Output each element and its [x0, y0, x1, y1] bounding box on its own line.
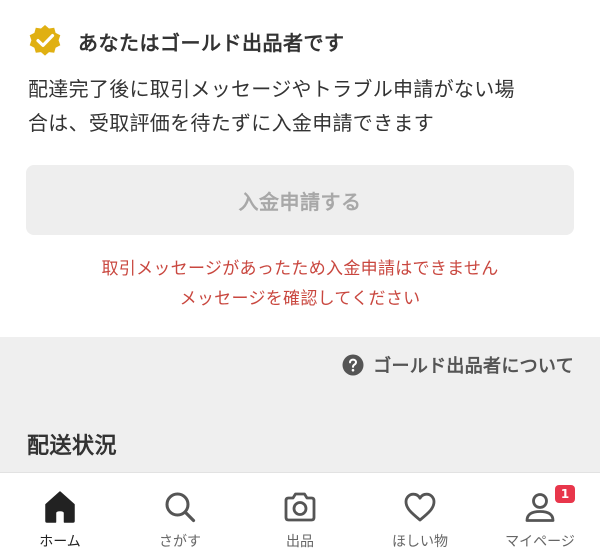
tab-search-label: さがす [159, 534, 201, 550]
info-section: ゴールド出品者について 配送状況 [0, 337, 600, 472]
heart-icon [404, 492, 436, 522]
camera-icon [284, 492, 316, 522]
user-icon [525, 493, 555, 522]
notification-badge: 1 [555, 485, 575, 503]
description-line-2: 合は、受取評価を待たずに入金申請できます [28, 111, 434, 135]
gold-seller-description: 配達完了後に取引メッセージやトラブル申請がない場 合は、受取評価を待たずに入金申… [28, 72, 578, 140]
bottom-tab-bar: ホーム さがす 出品 ほしい物 1 マイページ [0, 472, 600, 554]
deposit-request-button[interactable]: 入金申請する [26, 165, 574, 235]
tab-sell-label: 出品 [286, 534, 314, 550]
tab-home[interactable]: ホーム [0, 473, 120, 554]
search-icon [165, 492, 196, 523]
tab-wishlist[interactable]: ほしい物 [360, 473, 480, 554]
error-line-2: メッセージを確認してください [179, 289, 421, 309]
tab-sell[interactable]: 出品 [240, 473, 360, 554]
gold-badge-icon [29, 25, 61, 56]
gold-seller-info-label: ゴールド出品者について [373, 356, 574, 377]
gold-seller-title: あなたはゴールド出品者です [78, 30, 345, 55]
tab-mypage-label: マイページ [505, 534, 575, 550]
tab-mypage[interactable]: 1 マイページ [480, 473, 600, 554]
tab-search[interactable]: さがす [120, 473, 240, 554]
shipping-status-title: 配送状況 [27, 434, 118, 459]
error-line-1: 取引メッセージがあったため入金申請はできません [101, 259, 499, 279]
tab-wishlist-label: ほしい物 [392, 534, 448, 550]
gold-seller-section: あなたはゴールド出品者です 配達完了後に取引メッセージやトラブル申請がない場 合… [0, 0, 600, 337]
transaction-page: あなたはゴールド出品者です 配達完了後に取引メッセージやトラブル申請がない場 合… [0, 0, 600, 554]
help-circle-icon [342, 354, 364, 376]
deposit-error-message: 取引メッセージがあったため入金申請はできません メッセージを確認してください [0, 254, 600, 314]
gold-seller-info-link[interactable]: ゴールド出品者について [342, 351, 574, 379]
tab-home-label: ホーム [39, 534, 81, 550]
description-line-1: 配達完了後に取引メッセージやトラブル申請がない場 [28, 77, 515, 101]
home-icon [45, 491, 75, 523]
gold-seller-header: あなたはゴールド出品者です [27, 22, 345, 60]
